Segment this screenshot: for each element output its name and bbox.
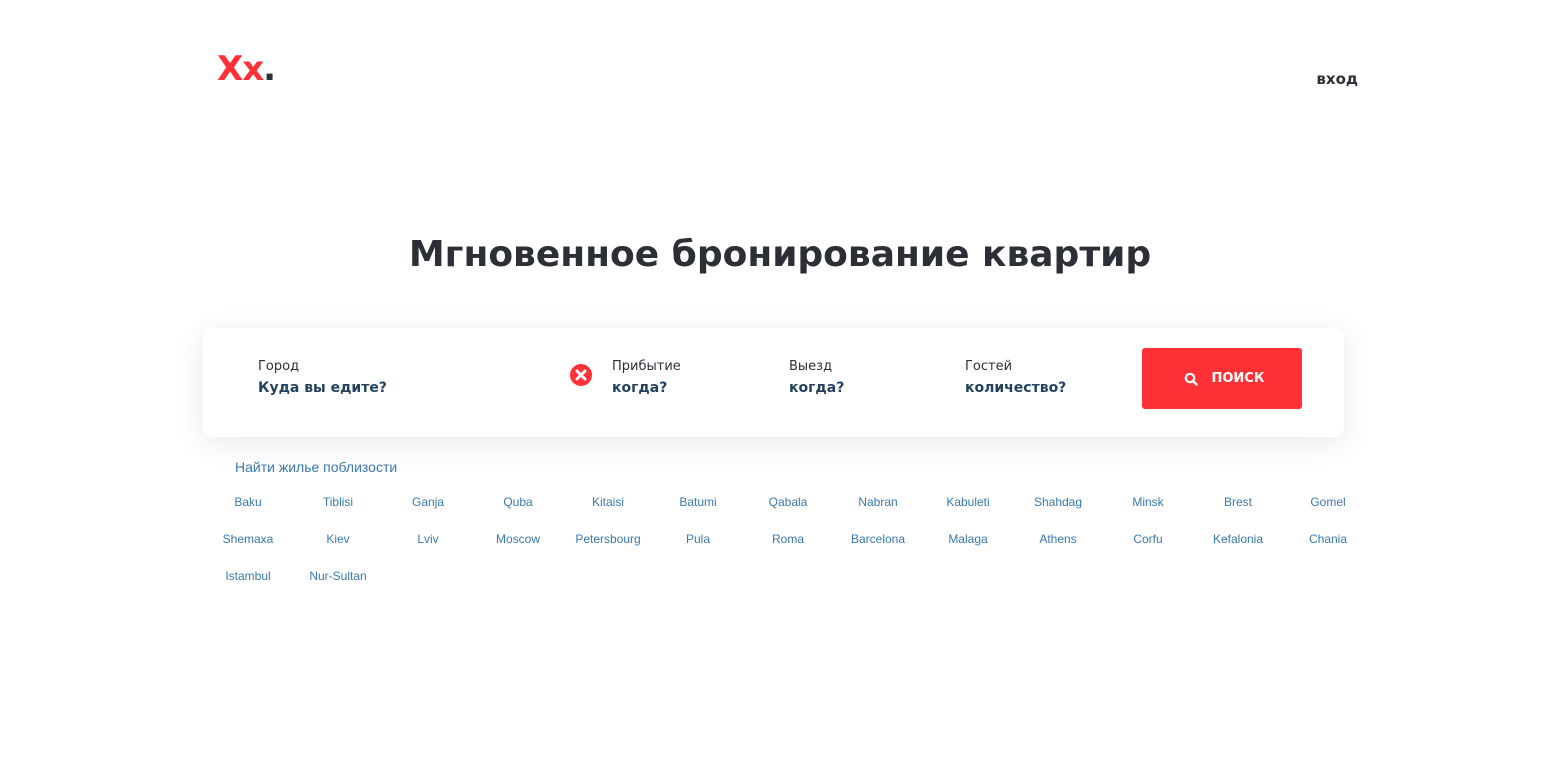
city-link[interactable]: Roma [743, 528, 833, 565]
city-link[interactable]: Barcelona [833, 528, 923, 565]
city-field[interactable]: Город Куда вы едите? [258, 359, 558, 397]
guests-field[interactable]: Гостей количество? [965, 359, 1066, 397]
arrival-label: Прибытие [612, 359, 681, 374]
city-link[interactable]: Minsk [1103, 491, 1193, 528]
city-link[interactable]: Corfu [1103, 528, 1193, 565]
city-link[interactable]: Kefalonia [1193, 528, 1283, 565]
logo-letters: Xx [217, 49, 264, 89]
city-link[interactable]: Gomel [1283, 491, 1373, 528]
city-link[interactable]: Ganja [383, 491, 473, 528]
city-link[interactable]: Athens [1013, 528, 1103, 565]
city-link[interactable]: Shahdag [1013, 491, 1103, 528]
city-link[interactable]: Qabala [743, 491, 833, 528]
city-label: Город [258, 359, 300, 374]
logo[interactable]: Xx. [217, 49, 276, 89]
city-link[interactable]: Kiev [293, 528, 383, 565]
city-input[interactable]: Куда вы едите? [258, 379, 558, 397]
city-link[interactable]: Chania [1283, 528, 1373, 565]
city-link[interactable]: Tiblisi [293, 491, 383, 528]
city-link[interactable]: Baku [203, 491, 293, 528]
page-title: Мгновенное бронирование квартир [408, 234, 1152, 275]
guests-label: Гостей [965, 359, 1013, 374]
departure-label: Выезд [789, 359, 833, 374]
city-link[interactable]: Nabran [833, 491, 923, 528]
logo-dot: . [263, 49, 276, 89]
search-button-label: ПОИСК [1211, 371, 1265, 386]
departure-input[interactable]: когда? [789, 379, 844, 397]
guests-input[interactable]: количество? [965, 379, 1066, 397]
city-link[interactable]: Pula [653, 528, 743, 565]
search-icon [1184, 372, 1198, 386]
arrival-input[interactable]: когда? [612, 379, 681, 397]
city-link[interactable]: Brest [1193, 491, 1283, 528]
city-link[interactable]: Petersbourg [563, 528, 653, 565]
find-nearby-link[interactable]: Найти жилье поблизости [235, 459, 397, 475]
city-link[interactable]: Kitaisi [563, 491, 653, 528]
city-link[interactable]: Kabuleti [923, 491, 1013, 528]
close-icon [575, 369, 587, 381]
city-links: Baku Tiblisi Ganja Quba Kitaisi Batumi Qabala N… [203, 491, 1373, 602]
city-link[interactable]: Moscow [473, 528, 563, 565]
city-link[interactable]: Batumi [653, 491, 743, 528]
login-link[interactable]: вход [1316, 70, 1358, 88]
page: Xx. вход Мгновенное бронирование квартир… [0, 0, 1560, 769]
city-link[interactable]: Shemaxa [203, 528, 293, 565]
city-link[interactable]: Malaga [923, 528, 1013, 565]
city-link[interactable]: Lviv [383, 528, 473, 565]
city-link[interactable]: Nur-Sultan [293, 565, 383, 602]
search-button[interactable]: ПОИСК [1142, 348, 1302, 409]
arrival-field[interactable]: Прибытие когда? [612, 359, 681, 397]
clear-city-button[interactable] [570, 364, 592, 386]
search-form: Город Куда вы едите? Прибытие когда? Вые… [203, 328, 1344, 437]
city-link[interactable]: Istambul [203, 565, 293, 602]
departure-field[interactable]: Выезд когда? [789, 359, 844, 397]
city-link[interactable]: Quba [473, 491, 563, 528]
